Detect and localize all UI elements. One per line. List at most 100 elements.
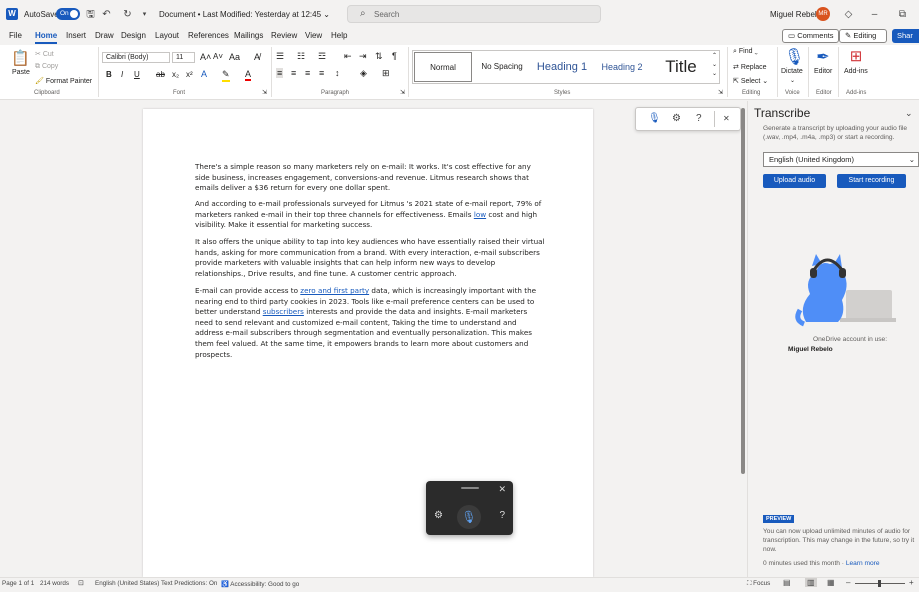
- zero-first-party-link[interactable]: zero and first party: [300, 286, 369, 295]
- underline-icon[interactable]: U: [134, 70, 140, 79]
- zoom-in-icon[interactable]: +: [909, 578, 914, 587]
- search-box[interactable]: ⌕ Search: [347, 5, 601, 23]
- change-case-icon[interactable]: Aa: [229, 52, 240, 62]
- tab-view[interactable]: View: [305, 31, 322, 40]
- borders-icon[interactable]: ⊞: [382, 68, 390, 79]
- upload-audio-button[interactable]: Upload audio: [763, 174, 826, 188]
- line-spacing-icon[interactable]: ↕: [335, 68, 340, 78]
- font-color-icon[interactable]: A: [245, 69, 252, 81]
- find-button[interactable]: ⌕ Find ⌄: [733, 48, 758, 56]
- avatar[interactable]: MR: [816, 7, 830, 21]
- share-button[interactable]: Shar: [892, 29, 919, 43]
- language-status[interactable]: English (United States): [95, 580, 159, 587]
- clear-format-icon[interactable]: A̸: [254, 52, 260, 62]
- bold-icon[interactable]: B: [106, 70, 112, 79]
- replace-button[interactable]: ⇄ Replace: [733, 63, 767, 71]
- decrease-indent-icon[interactable]: ⇤: [344, 51, 352, 62]
- help-icon[interactable]: ?: [696, 113, 702, 124]
- tab-layout[interactable]: Layout: [155, 31, 179, 40]
- paragraph-3[interactable]: It also offers the unique ability to tap…: [195, 237, 545, 279]
- learn-more-link[interactable]: Learn more: [846, 560, 880, 567]
- strikethrough-icon[interactable]: ab: [156, 70, 165, 79]
- style-heading-1[interactable]: Heading 1: [532, 52, 592, 82]
- editor-button[interactable]: Editor: [814, 68, 832, 75]
- font-dialog-launcher-icon[interactable]: ⇲: [262, 89, 267, 96]
- style-normal[interactable]: Normal: [414, 52, 472, 82]
- show-marks-icon[interactable]: ¶: [392, 51, 397, 61]
- dictate-chevron-icon[interactable]: ⌄: [790, 77, 795, 84]
- sort-icon[interactable]: ⇅: [375, 51, 383, 62]
- tab-file[interactable]: File: [9, 31, 22, 40]
- tab-home[interactable]: Home: [35, 31, 58, 44]
- word-count[interactable]: 214 words: [40, 580, 69, 587]
- grow-font-icon[interactable]: A˄: [200, 52, 211, 62]
- paragraph-2[interactable]: And according to e-mail professionals su…: [195, 199, 545, 231]
- paragraph-1[interactable]: There's a simple reason so many marketer…: [195, 162, 545, 194]
- read-mode-icon[interactable]: ▤: [783, 578, 791, 587]
- web-layout-icon[interactable]: ▦: [827, 578, 835, 587]
- scrollbar-thumb[interactable]: [741, 108, 745, 474]
- settings-icon[interactable]: ⚙: [672, 113, 681, 124]
- accessibility-status[interactable]: ♿ Accessibility: Good to go: [221, 580, 299, 588]
- style-no-spacing[interactable]: No Spacing: [474, 52, 530, 82]
- increase-indent-icon[interactable]: ⇥: [359, 51, 367, 62]
- styles-dialog-launcher-icon[interactable]: ⇲: [718, 89, 723, 96]
- paragraph-4[interactable]: E-mail can provide access to zero and fi…: [195, 286, 545, 360]
- highlight-icon[interactable]: ✎: [222, 69, 230, 82]
- superscript-icon[interactable]: x²: [186, 70, 193, 79]
- microphone-icon[interactable]: 🎙: [457, 505, 481, 529]
- copy-button[interactable]: ⧉ Copy: [35, 63, 58, 71]
- font-size-dropdown[interactable]: 11: [172, 52, 195, 63]
- close-icon[interactable]: ✕: [498, 484, 506, 495]
- spelling-flag-link[interactable]: low: [474, 210, 486, 219]
- minimize-icon[interactable]: –: [869, 9, 880, 20]
- addins-button[interactable]: Add-ins: [844, 68, 868, 75]
- font-name-dropdown[interactable]: Calibri (Body): [102, 52, 170, 63]
- customize-toolbar-icon[interactable]: ▾: [139, 9, 150, 20]
- drag-handle[interactable]: [461, 487, 479, 489]
- restore-icon[interactable]: ⧉: [897, 9, 908, 20]
- text-predictions-status[interactable]: Text Predictions: On: [161, 580, 217, 587]
- addins-grid-icon[interactable]: ⊞: [848, 47, 864, 65]
- style-title[interactable]: Title: [652, 52, 710, 82]
- zoom-out-icon[interactable]: –: [846, 578, 850, 587]
- align-center-icon[interactable]: ≡: [291, 68, 296, 78]
- tab-design[interactable]: Design: [121, 31, 146, 40]
- zoom-slider-thumb[interactable]: [878, 580, 881, 587]
- tab-references[interactable]: References: [188, 31, 229, 40]
- tab-insert[interactable]: Insert: [66, 31, 86, 40]
- language-select[interactable]: English (United Kingdom) ⌄: [763, 152, 919, 167]
- focus-button[interactable]: ⛶ Focus: [747, 580, 770, 588]
- save-icon[interactable]: 🖫: [85, 9, 96, 20]
- paragraph-dialog-launcher-icon[interactable]: ⇲: [400, 89, 405, 96]
- tab-review[interactable]: Review: [271, 31, 297, 40]
- dictate-button[interactable]: Dictate: [781, 68, 803, 75]
- close-icon[interactable]: ✕: [723, 114, 730, 123]
- shrink-font-icon[interactable]: A˅: [213, 52, 223, 61]
- chevron-down-icon[interactable]: ⌄: [905, 108, 913, 119]
- help-icon[interactable]: ?: [499, 510, 505, 521]
- subscribers-link[interactable]: subscribers: [263, 307, 304, 316]
- tab-help[interactable]: Help: [331, 31, 347, 40]
- comments-button[interactable]: ▭ Comments: [782, 29, 840, 43]
- italic-icon[interactable]: I: [121, 70, 123, 79]
- user-name[interactable]: Miguel Rebelo: [770, 10, 821, 19]
- diamond-icon[interactable]: ◇: [843, 9, 854, 20]
- settings-icon[interactable]: ⚙: [434, 510, 443, 521]
- select-button[interactable]: ⇱ Select ⌄: [733, 77, 768, 85]
- undo-icon[interactable]: ↶: [101, 9, 112, 20]
- document-title[interactable]: Document • Last Modified: Yesterday at 1…: [159, 10, 330, 19]
- style-heading-2[interactable]: Heading 2: [594, 52, 650, 82]
- proofing-icon[interactable]: ⊡: [78, 579, 84, 587]
- text-effects-icon[interactable]: A: [201, 69, 207, 79]
- multilevel-list-icon[interactable]: ☲: [318, 51, 326, 62]
- mic-icon[interactable]: 🎙: [648, 113, 661, 124]
- autosave-toggle[interactable]: On: [56, 8, 80, 20]
- paste-button[interactable]: Paste: [12, 69, 30, 76]
- align-left-icon[interactable]: ≡: [276, 68, 284, 78]
- start-recording-button[interactable]: Start recording: [837, 174, 906, 188]
- styles-scroll-icon[interactable]: ⌃ ⌄ ⌄: [712, 52, 717, 79]
- align-right-icon[interactable]: ≡: [305, 68, 310, 78]
- editor-pen-icon[interactable]: ✒: [815, 47, 831, 67]
- cut-button[interactable]: ✂ Cut: [35, 50, 54, 58]
